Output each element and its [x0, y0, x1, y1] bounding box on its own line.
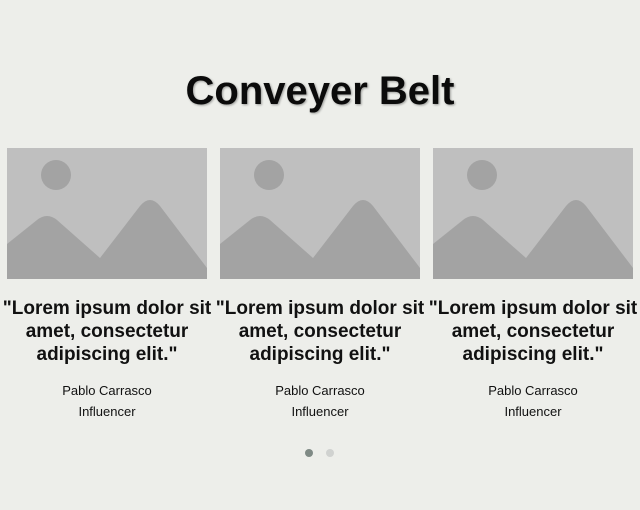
author-role: Influencer: [504, 404, 562, 419]
author-role: Influencer: [291, 404, 349, 419]
image-placeholder-icon: [7, 148, 207, 279]
pagination-dot-1[interactable]: [305, 449, 313, 457]
author-role: Influencer: [78, 404, 136, 419]
testimonial-card: "Lorem ipsum dolor sit amet, consectetur…: [429, 148, 637, 422]
image-placeholder-icon: [220, 148, 420, 279]
testimonial-card: "Lorem ipsum dolor sit amet, consectetur…: [3, 148, 211, 422]
page-title: Conveyer Belt: [185, 69, 455, 113]
author-name: Pablo Carrasco: [62, 383, 152, 398]
testimonial-quote: "Lorem ipsum dolor sit amet, consectetur…: [2, 298, 212, 365]
testimonial-quote: "Lorem ipsum dolor sit amet, consectetur…: [215, 298, 425, 365]
testimonial-quote: "Lorem ipsum dolor sit amet, consectetur…: [428, 298, 638, 365]
pagination-dot-2[interactable]: [326, 449, 334, 457]
author-name: Pablo Carrasco: [275, 383, 365, 398]
author-name: Pablo Carrasco: [488, 383, 578, 398]
carousel-pagination: [305, 449, 334, 458]
image-placeholder-icon: [433, 148, 633, 279]
conveyor-belt: "Lorem ipsum dolor sit amet, consectetur…: [0, 148, 640, 438]
testimonial-card: "Lorem ipsum dolor sit amet, consectetur…: [216, 148, 424, 422]
